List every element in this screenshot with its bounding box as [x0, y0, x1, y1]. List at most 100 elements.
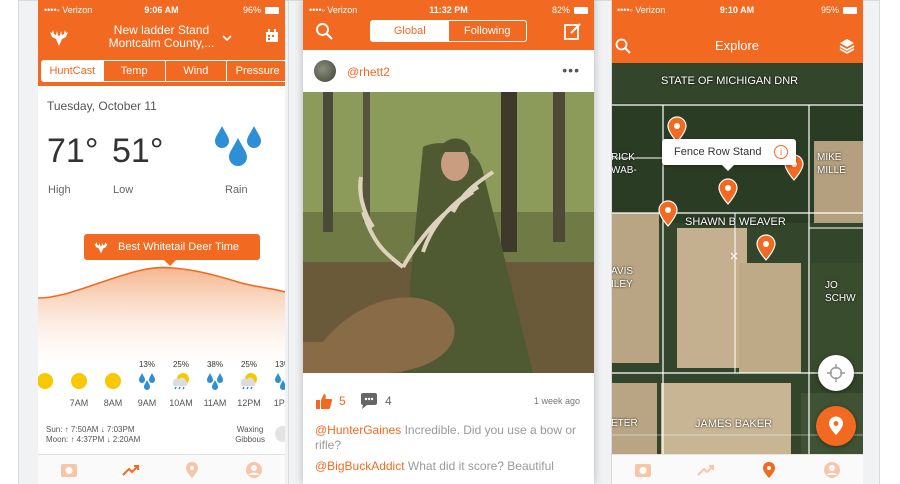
- moon-phase-line2: Gibbous: [235, 435, 265, 444]
- tab-huntcast[interactable]: HuntCast: [42, 61, 103, 81]
- stand-pin-icon[interactable]: [657, 199, 679, 227]
- hour-label: 10AM: [169, 398, 193, 408]
- post-timestamp: 1 week ago: [533, 396, 580, 406]
- best-time-banner[interactable]: Best Whitetail Deer Time: [84, 234, 260, 260]
- chevron-down-icon[interactable]: [222, 34, 232, 42]
- marketing-collage: ••••◦ Verizon 9:06 AM 96% New ladder Sta…: [0, 0, 900, 484]
- map-pin-tab-icon[interactable]: [183, 461, 201, 479]
- trend-tab-icon[interactable]: [696, 461, 715, 479]
- partly-cloudy-rain-icon: [164, 370, 198, 392]
- more-options-icon[interactable]: •••: [562, 62, 580, 78]
- search-icon[interactable]: [315, 22, 333, 40]
- compose-icon[interactable]: [564, 22, 582, 40]
- status-bar: ••••◦ Verizon 9:10 AM 95%: [611, 0, 863, 20]
- hourly-item: 25% 10AM: [164, 360, 198, 408]
- stand-pin-icon[interactable]: [717, 177, 739, 205]
- status-time: 9:06 AM: [144, 5, 179, 15]
- profile-tab-icon[interactable]: [245, 461, 263, 479]
- tab-global[interactable]: Global: [371, 21, 449, 41]
- comment-icon[interactable]: [359, 392, 379, 410]
- bottom-tab-bar: [611, 454, 863, 484]
- status-time: 11:32 PM: [429, 5, 468, 15]
- precip-chance: [96, 360, 130, 370]
- hour-label: 1PM: [273, 398, 285, 408]
- precip-chance: 25%: [240, 360, 257, 369]
- hourly-item: 13% 1PM: [266, 360, 285, 408]
- parcel-label-baker: JAMES BAKER: [695, 418, 773, 430]
- hourly-item: [38, 360, 62, 398]
- sun-times: Sun: ↑ 7:50AM ↓ 7:03PM: [46, 425, 135, 434]
- parcel-label-weaver: SHAWN B WEAVER: [685, 216, 786, 228]
- map-pin-icon: [829, 416, 843, 435]
- moon-phase: Waxing Gibbous: [235, 425, 265, 445]
- comment-author[interactable]: @HunterGaines: [315, 423, 401, 437]
- comment-count: 4: [385, 394, 392, 408]
- stand-selector[interactable]: New ladder Stand Montcalm County,...: [78, 24, 245, 50]
- high-label: High: [48, 184, 71, 196]
- hour-label: 11AM: [203, 398, 227, 408]
- stand-callout[interactable]: Fence Row Stand i: [662, 139, 796, 165]
- rain-drops-icon: [215, 126, 261, 166]
- layers-icon[interactable]: [839, 38, 855, 54]
- callout-pointer: [722, 165, 734, 171]
- post-photo[interactable]: [303, 92, 594, 373]
- low-label: Low: [113, 184, 134, 196]
- hourly-item: 13% 9AM: [130, 360, 164, 408]
- avatar[interactable]: [314, 60, 336, 82]
- profile-tab-icon[interactable]: [823, 461, 841, 479]
- sun-icon: [96, 370, 130, 392]
- comment-author[interactable]: @BigBuckAddict: [315, 459, 405, 473]
- post-username[interactable]: @rhett2: [347, 65, 390, 79]
- comment-text: What did it score? Beautiful: [404, 459, 554, 473]
- locate-me-button[interactable]: [818, 355, 854, 391]
- deer-logo-icon[interactable]: [48, 26, 70, 48]
- hourly-item: 38% 11AM: [198, 360, 232, 408]
- stand-pin-icon[interactable]: [755, 233, 777, 261]
- parcel-label-west1: RICK WAB-: [611, 152, 637, 176]
- huntcast-tabs: HuntCast Temp Wind Pressure: [41, 60, 285, 82]
- rain-icon: [266, 370, 285, 392]
- thumbs-up-icon[interactable]: [315, 392, 333, 410]
- parcel-label-east2: JO SCHW: [825, 280, 856, 304]
- deer-icon: [94, 241, 108, 254]
- explore-header: ••••◦ Verizon 9:10 AM 95% Explore: [611, 0, 863, 63]
- best-time-text: Best Whitetail Deer Time: [118, 241, 240, 253]
- add-pin-button[interactable]: [816, 406, 856, 446]
- sun-moon-times: Sun: ↑ 7:50AM ↓ 7:03PM Moon: ↑ 4:37PM ↓ …: [46, 425, 140, 445]
- moon-phase-line1: Waxing: [236, 425, 264, 434]
- rain-icon: [198, 370, 232, 392]
- parcel-map[interactable]: STATE OF MICHIGAN DNR RICK WAB- MIKE MIL…: [611, 63, 863, 484]
- calendar-icon[interactable]: [265, 29, 279, 43]
- camera-tab-icon[interactable]: [634, 461, 652, 479]
- comment: @BigBuckAddict What did it score? Beauti…: [315, 459, 584, 474]
- camera-tab-icon[interactable]: [60, 461, 78, 479]
- bottom-tab-bar: [38, 454, 285, 484]
- tab-temp[interactable]: Temp: [102, 61, 165, 81]
- feed-header: ••••◦ Verizon 11:32 PM 82% Global Follow…: [303, 0, 594, 50]
- precip-chance: 25%: [172, 360, 189, 369]
- tab-pressure[interactable]: Pressure: [226, 61, 285, 81]
- hour-label: 12PM: [237, 398, 261, 408]
- crosshair-icon: [827, 364, 845, 382]
- precip-chance: 38%: [206, 360, 223, 369]
- moon-phase-icon: [275, 426, 285, 442]
- info-icon[interactable]: i: [774, 145, 788, 159]
- sun-icon: [38, 370, 62, 392]
- post-header: @rhett2 •••: [303, 52, 594, 90]
- tab-wind[interactable]: Wind: [164, 61, 227, 81]
- feed-screen: ••••◦ Verizon 11:32 PM 82% Global Follow…: [303, 0, 594, 484]
- status-time: 9:10 AM: [719, 5, 755, 15]
- huntcast-header: ••••◦ Verizon 9:06 AM 96% New ladder Sta…: [38, 0, 285, 86]
- hour-label: 7AM: [69, 398, 89, 408]
- explore-screen: ••••◦ Verizon 9:10 AM 95% Explore STATE …: [611, 0, 863, 484]
- hourly-forecast: 7AM 8AM 13% 9AM 25% 10AM 38% 11AM 25% 12PM 13% 1PM: [38, 360, 285, 422]
- rain-label: Rain: [225, 184, 248, 196]
- parcel-label-west2: AVIS ILEY: [611, 266, 634, 290]
- hour-label: 9AM: [137, 398, 157, 408]
- activity-curve-chart: [38, 266, 285, 370]
- trend-tab-icon[interactable]: [121, 461, 140, 479]
- parcel-label-west3: ETER: [611, 418, 638, 429]
- tab-following[interactable]: Following: [449, 21, 527, 41]
- huntcast-screen: ••••◦ Verizon 9:06 AM 96% New ladder Sta…: [38, 0, 285, 484]
- map-pin-tab-icon[interactable]: [760, 461, 778, 479]
